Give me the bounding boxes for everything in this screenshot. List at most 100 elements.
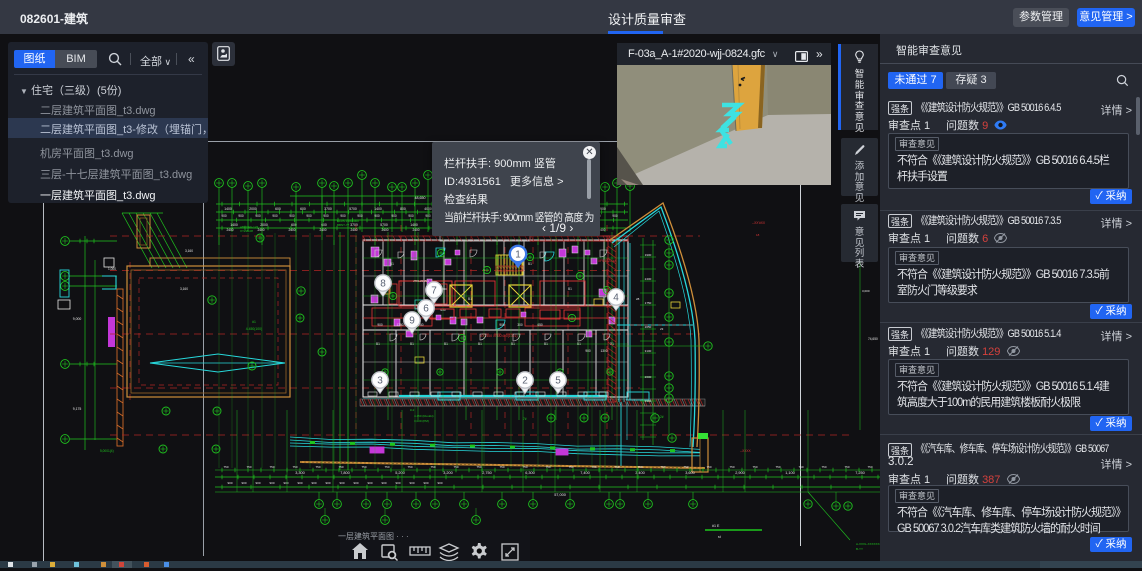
- svg-text:B1: B1: [444, 342, 448, 346]
- svg-text:900: 900: [409, 481, 414, 485]
- svg-text:750: 750: [384, 465, 389, 469]
- svg-text:#1 E: #1 E: [712, 524, 720, 528]
- svg-text:900: 900: [339, 481, 344, 485]
- svg-text:750: 750: [407, 465, 412, 469]
- svg-text:9,000: 9,000: [73, 317, 82, 321]
- svg-text:750: 750: [614, 465, 619, 469]
- svg-text:750: 750: [660, 465, 665, 469]
- svg-text:6,300: 6,300: [525, 471, 535, 475]
- svg-text:2400: 2400: [350, 228, 357, 232]
- svg-text:7: 7: [431, 286, 437, 297]
- svg-text:23: 23: [660, 327, 664, 331]
- svg-text:900: 900: [600, 207, 606, 211]
- svg-text:3,200: 3,200: [443, 471, 453, 475]
- svg-text:2050: 2050: [645, 325, 652, 329]
- svg-text:900: 900: [283, 481, 288, 485]
- svg-text:3,400: 3,400: [635, 471, 645, 475]
- svg-text:3100: 3100: [645, 349, 652, 353]
- svg-text:750: 750: [775, 465, 780, 469]
- svg-text:600: 600: [275, 207, 281, 211]
- svg-text:2600: 2600: [645, 375, 652, 379]
- svg-text:B1: B1: [478, 342, 482, 346]
- svg-text:900: 900: [425, 214, 431, 218]
- svg-text:750: 750: [821, 465, 826, 469]
- svg-text:B1: B1: [568, 287, 572, 291]
- svg-text:2000: 2000: [249, 207, 257, 211]
- svg-text:st: st: [718, 535, 721, 539]
- svg-text:3700: 3700: [324, 207, 332, 211]
- svg-text:9,175: 9,175: [73, 407, 82, 411]
- svg-text:750: 750: [844, 465, 849, 469]
- svg-text:900: 900: [297, 481, 302, 485]
- svg-text:57,000: 57,000: [554, 493, 566, 497]
- svg-text:750: 750: [522, 465, 527, 469]
- svg-text:900: 900: [269, 481, 274, 485]
- svg-text:48,650: 48,650: [415, 196, 426, 200]
- svg-text:2,750: 2,750: [482, 471, 492, 475]
- svg-text:750: 750: [292, 465, 297, 469]
- svg-text:300: 300: [517, 323, 523, 327]
- svg-text:1900: 1900: [645, 253, 652, 257]
- svg-text:750: 750: [430, 465, 435, 469]
- svg-text:2400: 2400: [412, 228, 419, 232]
- svg-text:900: 900: [340, 214, 346, 218]
- svg-text:900: 900: [391, 214, 397, 218]
- svg-text:2400: 2400: [319, 228, 326, 232]
- svg-text:3700: 3700: [350, 223, 358, 227]
- svg-text:3,160: 3,160: [180, 287, 188, 291]
- svg-text:900: 900: [357, 214, 363, 218]
- svg-text:900: 900: [585, 349, 591, 353]
- svg-text:JTKL2045.1: JTKL2045.1: [413, 279, 430, 283]
- svg-text:7,800: 7,800: [340, 471, 350, 475]
- svg-text:3,000: 3,000: [862, 289, 870, 293]
- svg-text:750: 750: [453, 465, 458, 469]
- svg-text:750: 750: [867, 465, 872, 469]
- svg-text:750: 750: [545, 465, 550, 469]
- svg-text:5,200: 5,200: [395, 471, 405, 475]
- svg-text:4.450 (Ruukki): 4.450 (Ruukki): [414, 414, 434, 418]
- svg-text:BBNT-77: BBNT-77: [337, 223, 350, 227]
- svg-text:900: 900: [374, 214, 380, 218]
- svg-text:4: 4: [613, 293, 619, 304]
- svg-text:B1: B1: [528, 262, 532, 266]
- svg-text:7,250: 7,250: [855, 471, 865, 475]
- svg-text:900: 900: [408, 214, 414, 218]
- svg-text:900: 900: [306, 214, 312, 218]
- svg-text:750: 750: [729, 465, 734, 469]
- svg-text:900: 900: [377, 323, 383, 327]
- svg-text:3,000 (PM): 3,000 (PM): [414, 419, 429, 423]
- svg-text:2400: 2400: [645, 277, 652, 281]
- svg-text:750: 750: [246, 465, 251, 469]
- svg-text:5700: 5700: [380, 223, 388, 227]
- svg-text:1750: 1750: [645, 301, 652, 305]
- svg-text:900: 900: [381, 481, 386, 485]
- svg-text:2: 2: [522, 376, 528, 387]
- svg-text:1300: 1300: [600, 349, 607, 353]
- svg-text:900: 900: [612, 214, 618, 218]
- svg-text:750: 750: [269, 465, 274, 469]
- svg-text:5,0001(4): 5,0001(4): [100, 449, 114, 453]
- svg-text:900: 900: [289, 214, 295, 218]
- svg-text:600: 600: [300, 207, 306, 211]
- svg-text:900: 900: [323, 214, 329, 218]
- svg-text:B1: B1: [410, 342, 414, 346]
- svg-text:--XXXX: --XXXX: [740, 449, 752, 453]
- svg-text:B1: B1: [468, 297, 472, 301]
- svg-text:4000: 4000: [424, 207, 432, 211]
- svg-text:900: 900: [241, 481, 246, 485]
- svg-text:900: 900: [311, 481, 316, 485]
- svg-text:750: 750: [476, 465, 481, 469]
- svg-text:2400: 2400: [257, 228, 264, 232]
- svg-text:1,100: 1,100: [785, 471, 795, 475]
- svg-text:900: 900: [437, 481, 442, 485]
- svg-text:750: 750: [223, 465, 228, 469]
- svg-text:750: 750: [798, 465, 803, 469]
- svg-text:750: 750: [706, 465, 711, 469]
- svg-text:1400: 1400: [224, 207, 232, 211]
- svg-text:6: 6: [423, 304, 429, 315]
- svg-text:900: 900: [255, 481, 260, 485]
- svg-text:3,160: 3,160: [185, 249, 193, 253]
- svg-text:800: 800: [400, 207, 406, 211]
- svg-text:2400: 2400: [226, 228, 233, 232]
- svg-text:900: 900: [272, 214, 278, 218]
